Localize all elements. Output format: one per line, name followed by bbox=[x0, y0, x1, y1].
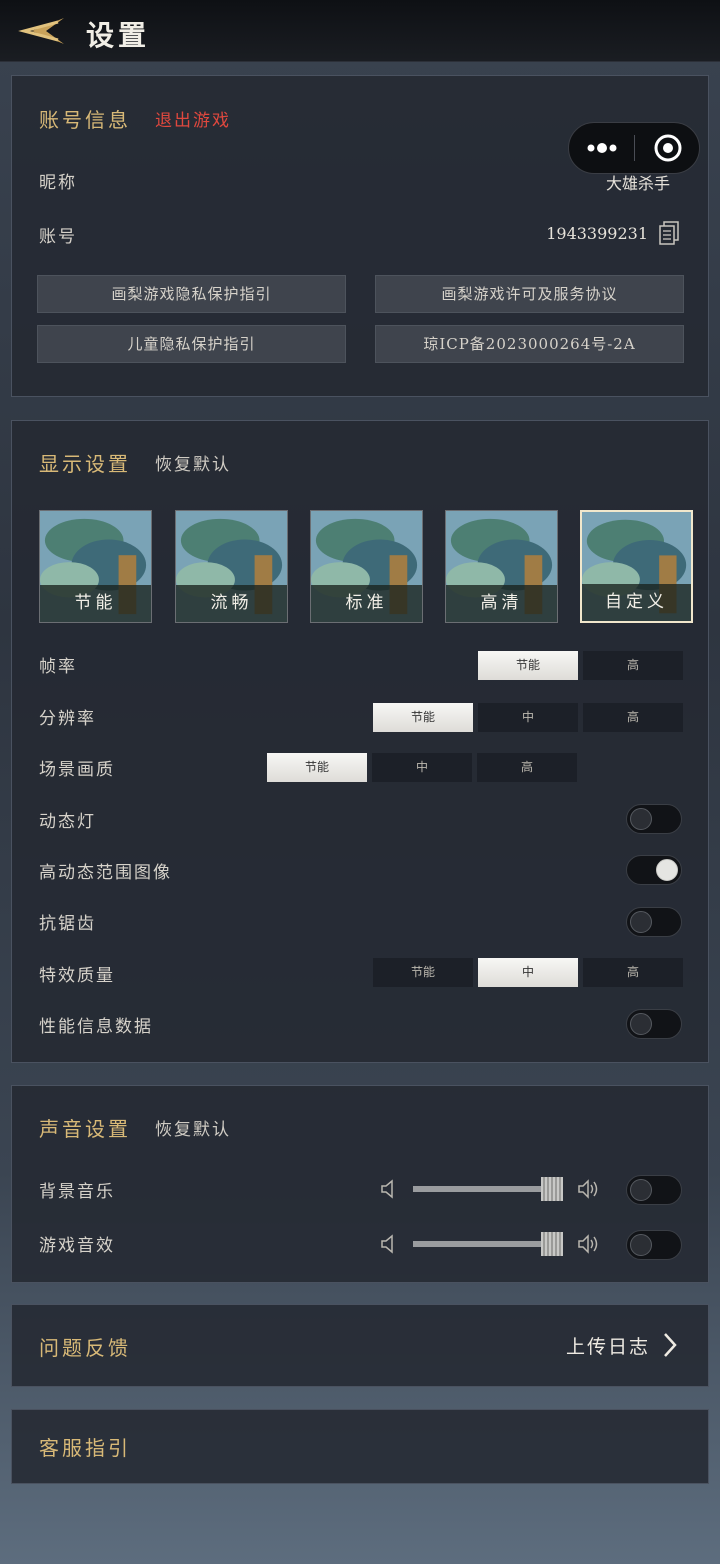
hdr-toggle[interactable] bbox=[626, 855, 682, 885]
preset-label: 流畅 bbox=[176, 585, 287, 622]
toggle-knob bbox=[630, 911, 652, 933]
effects-option-medium[interactable]: 中 bbox=[478, 958, 578, 987]
effects-option-high[interactable]: 高 bbox=[583, 958, 683, 987]
top-bar: 设置 bbox=[0, 0, 720, 62]
antialias-label: 抗锯齿 bbox=[39, 914, 96, 934]
preset-label: 高清 bbox=[446, 585, 557, 622]
preset-power-save[interactable]: 节能 bbox=[39, 510, 152, 623]
sound-section-title: 声音设置 bbox=[39, 1117, 131, 1141]
slider-thumb[interactable] bbox=[541, 1232, 563, 1256]
target-circle-icon[interactable] bbox=[635, 123, 701, 173]
privacy-guide-link[interactable]: 画梨游戏隐私保护指引 bbox=[37, 275, 346, 313]
preset-custom[interactable]: 自定义 bbox=[580, 510, 693, 623]
toggle-knob bbox=[630, 1013, 652, 1035]
child-privacy-link[interactable]: 儿童隐私保护指引 bbox=[37, 325, 346, 363]
bgm-toggle[interactable] bbox=[626, 1175, 682, 1205]
sound-card: 声音设置 恢复默认 背景音乐 游戏音效 bbox=[11, 1085, 709, 1283]
volume-low-icon bbox=[381, 1179, 393, 1199]
toggle-knob bbox=[630, 1179, 652, 1201]
sfx-toggle[interactable] bbox=[626, 1230, 682, 1260]
more-dots-icon[interactable] bbox=[569, 123, 635, 173]
slider-fill bbox=[413, 1186, 552, 1192]
chevron-right-icon[interactable] bbox=[662, 1332, 678, 1358]
resolution-label: 分辨率 bbox=[39, 709, 96, 729]
license-agreement-link[interactable]: 画梨游戏许可及服务协议 bbox=[375, 275, 684, 313]
effects-option-power-save[interactable]: 节能 bbox=[373, 958, 473, 987]
dynamic-light-label: 动态灯 bbox=[39, 812, 96, 832]
feedback-title: 问题反馈 bbox=[39, 1336, 131, 1360]
sfx-volume-slider[interactable] bbox=[413, 1232, 563, 1256]
mini-program-capsule bbox=[568, 122, 700, 174]
preset-label: 节能 bbox=[40, 585, 151, 622]
scene-quality-option-medium[interactable]: 中 bbox=[372, 753, 472, 782]
preset-hd[interactable]: 高清 bbox=[445, 510, 558, 623]
resolution-option-medium[interactable]: 中 bbox=[478, 703, 578, 732]
account-value: 1943399231 bbox=[546, 224, 648, 243]
toggle-knob bbox=[656, 859, 678, 881]
customer-service-title: 客服指引 bbox=[39, 1436, 131, 1460]
back-arrow-icon[interactable] bbox=[18, 14, 66, 48]
display-section-title: 显示设置 bbox=[39, 452, 131, 476]
slider-thumb[interactable] bbox=[541, 1177, 563, 1201]
scene-quality-label: 场景画质 bbox=[39, 760, 115, 780]
bgm-label: 背景音乐 bbox=[39, 1182, 115, 1202]
nickname-label: 昵称 bbox=[39, 173, 77, 193]
volume-low-icon bbox=[381, 1234, 393, 1254]
framerate-label: 帧率 bbox=[39, 657, 77, 677]
toggle-knob bbox=[630, 1234, 652, 1256]
perf-info-label: 性能信息数据 bbox=[39, 1017, 153, 1037]
preset-standard[interactable]: 标准 bbox=[310, 510, 423, 623]
account-section-title: 账号信息 bbox=[39, 108, 131, 132]
customer-service-card[interactable]: 客服指引 bbox=[11, 1409, 709, 1484]
antialias-toggle[interactable] bbox=[626, 907, 682, 937]
sound-reset-link[interactable]: 恢复默认 bbox=[155, 1115, 231, 1140]
preset-smooth[interactable]: 流畅 bbox=[175, 510, 288, 623]
icp-record-link[interactable]: 琼ICP备2023000264号-2A bbox=[375, 325, 684, 363]
account-label: 账号 bbox=[39, 227, 77, 247]
display-card: 显示设置 恢复默认 节能 流畅 标准 高清 自定义 帧率 节能 高 分辨率 节能… bbox=[11, 420, 709, 1063]
bgm-volume-slider[interactable] bbox=[413, 1177, 563, 1201]
preset-label: 自定义 bbox=[582, 584, 691, 621]
resolution-option-high[interactable]: 高 bbox=[583, 703, 683, 732]
toggle-knob bbox=[630, 808, 652, 830]
slider-fill bbox=[413, 1241, 552, 1247]
volume-high-icon bbox=[578, 1179, 598, 1199]
scene-quality-option-power-save[interactable]: 节能 bbox=[267, 753, 367, 782]
framerate-option-power-save[interactable]: 节能 bbox=[478, 651, 578, 680]
upload-log-link[interactable]: 上传日志 bbox=[566, 1332, 650, 1359]
volume-high-icon bbox=[578, 1234, 598, 1254]
perf-info-toggle[interactable] bbox=[626, 1009, 682, 1039]
feedback-card[interactable]: 问题反馈 上传日志 bbox=[11, 1304, 709, 1387]
resolution-option-power-save[interactable]: 节能 bbox=[373, 703, 473, 732]
logout-link[interactable]: 退出游戏 bbox=[155, 106, 231, 131]
dynamic-light-toggle[interactable] bbox=[626, 804, 682, 834]
preset-label: 标准 bbox=[311, 585, 422, 622]
hdr-label: 高动态范围图像 bbox=[39, 863, 172, 883]
copy-icon[interactable] bbox=[658, 221, 680, 245]
scene-quality-option-high[interactable]: 高 bbox=[477, 753, 577, 782]
effects-quality-label: 特效质量 bbox=[39, 966, 115, 986]
page-title: 设置 bbox=[86, 19, 151, 52]
sfx-label: 游戏音效 bbox=[39, 1236, 115, 1256]
display-reset-link[interactable]: 恢复默认 bbox=[155, 450, 231, 475]
framerate-option-high[interactable]: 高 bbox=[583, 651, 683, 680]
